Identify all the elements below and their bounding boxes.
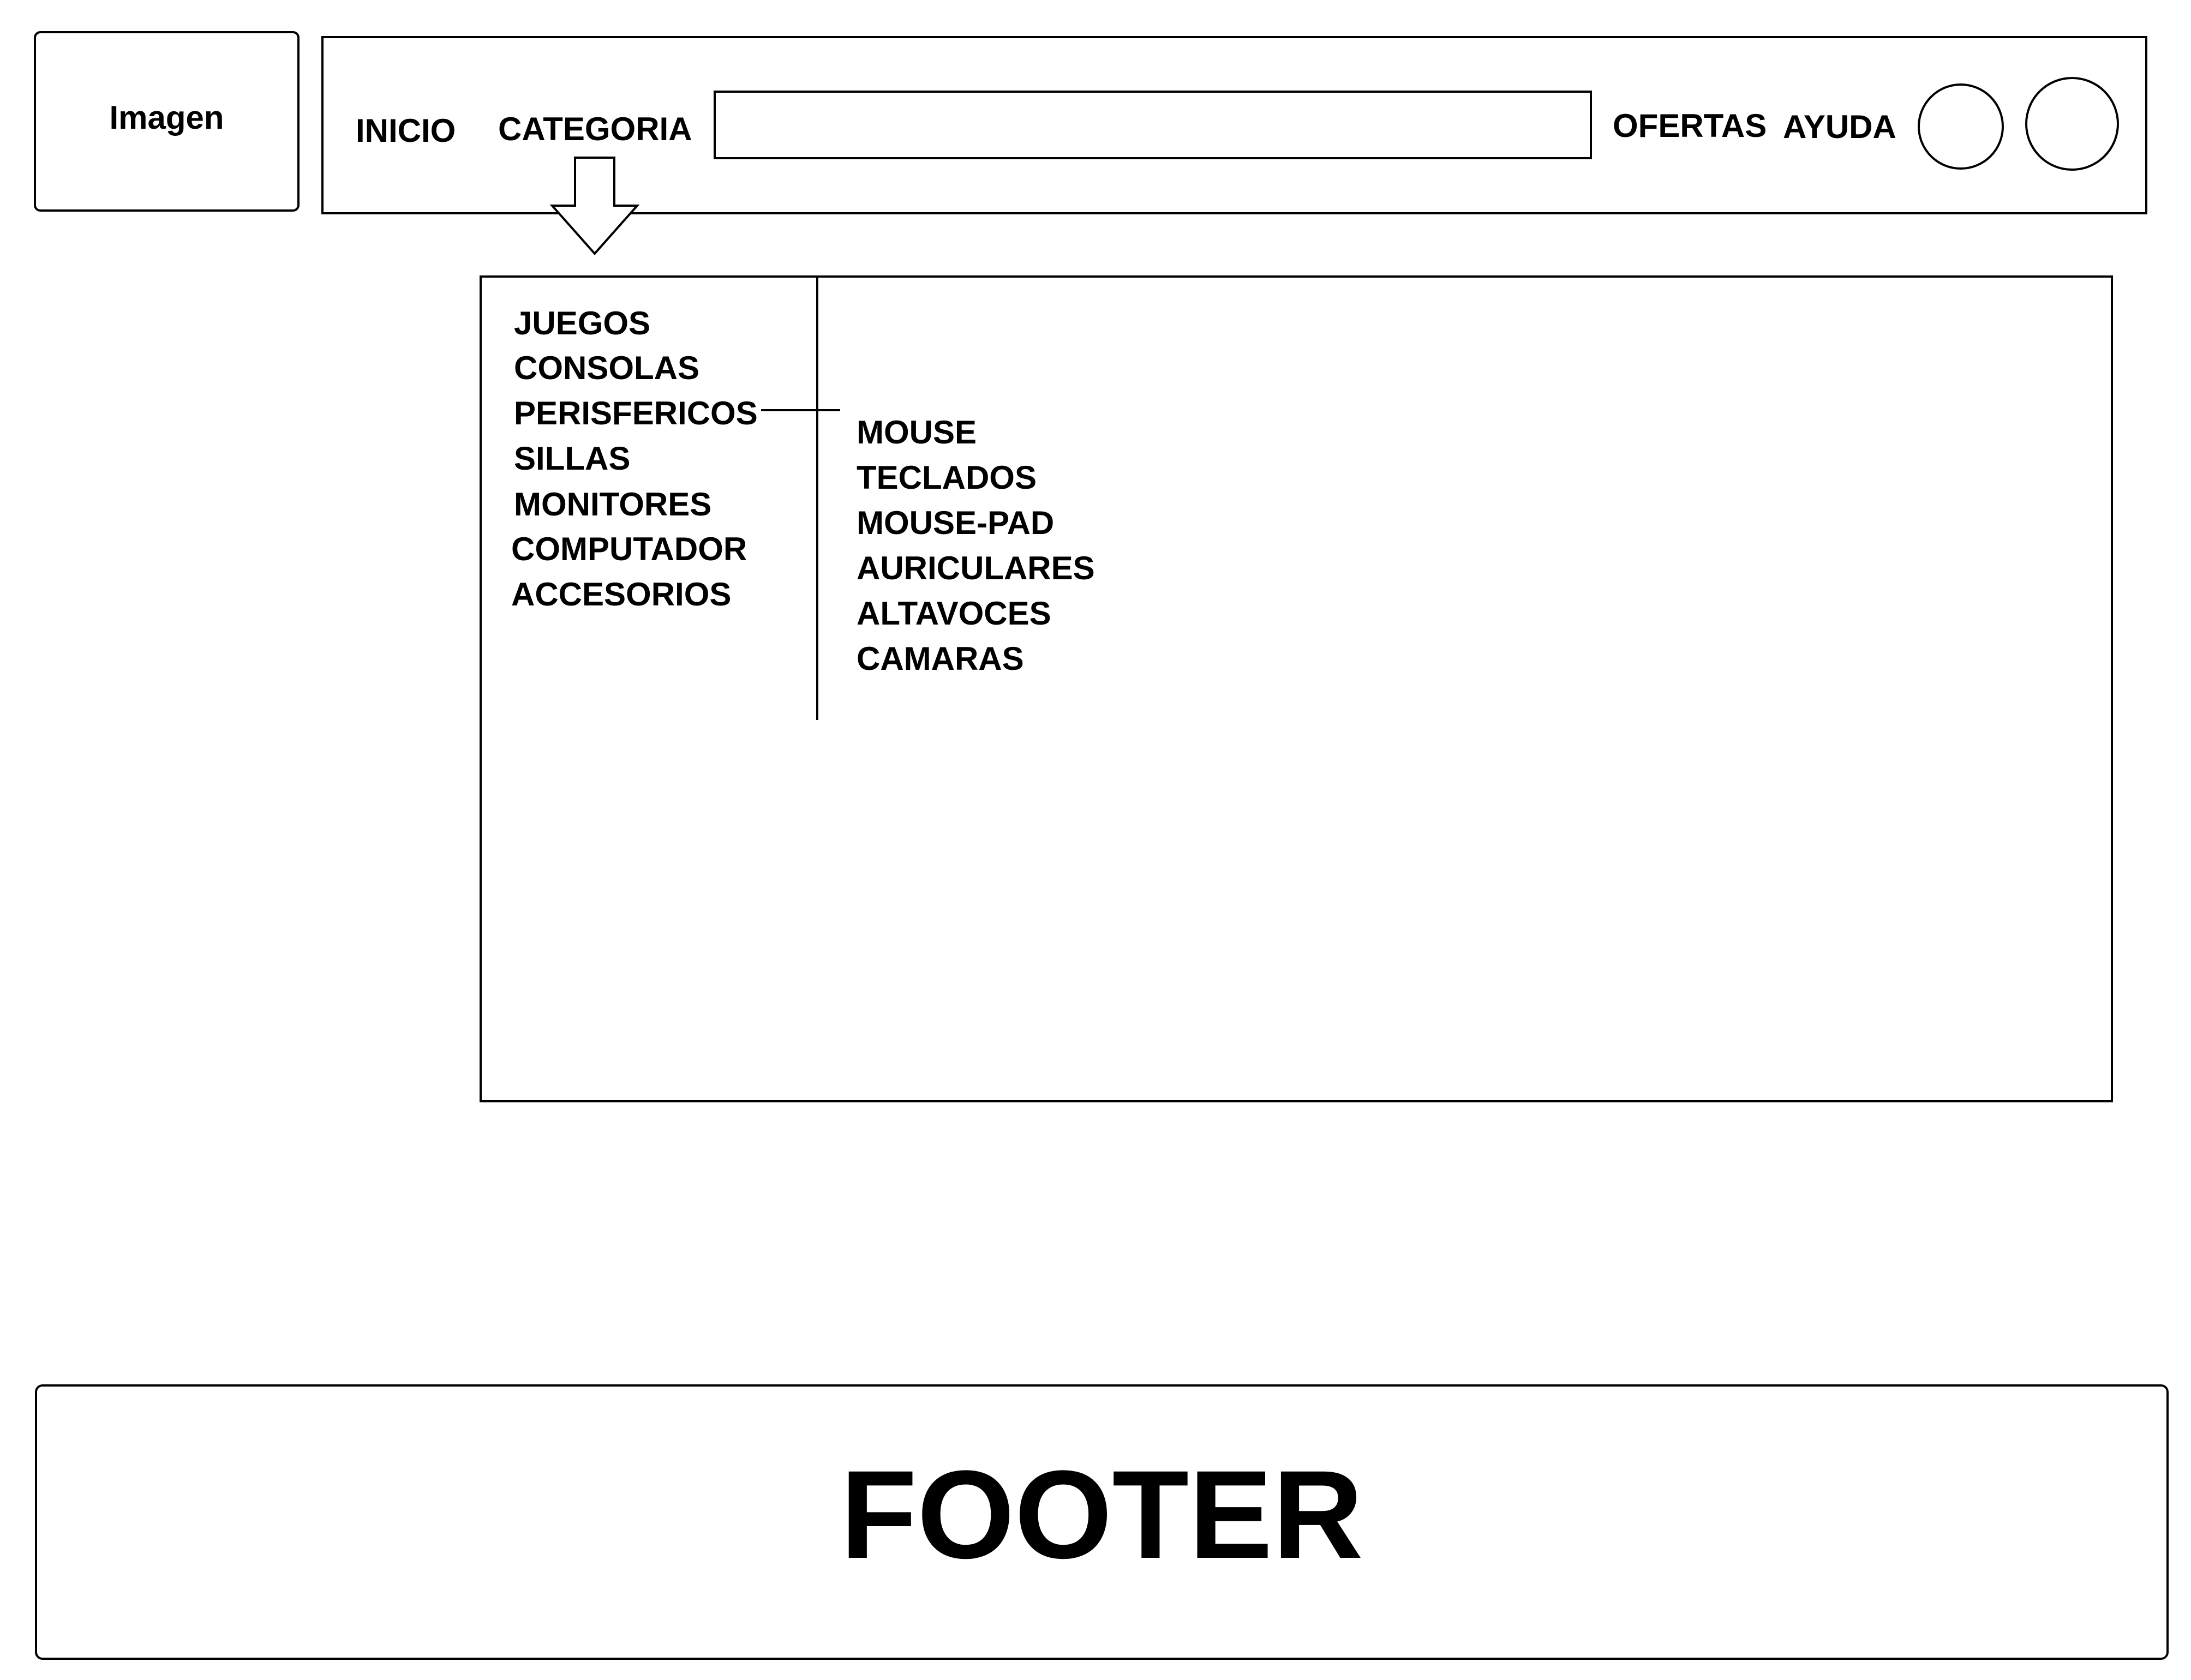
category-item-computador[interactable]: COMPUTADOR [511, 533, 747, 566]
subcategory-item-mouse-pad[interactable]: MOUSE-PAD [857, 507, 1054, 539]
category-item-juegos[interactable]: JUEGOS [514, 307, 650, 340]
subcategory-item-auriculares[interactable]: AURICULARES [857, 552, 1095, 585]
footer-label: FOOTER [840, 1444, 1363, 1585]
logo-placeholder[interactable]: Imagen [34, 31, 300, 212]
nav-categoria[interactable]: CATEGORIA [498, 110, 692, 148]
category-item-accesorios[interactable]: ACCESORIOS [511, 578, 731, 611]
category-item-perisfericos[interactable]: PERISFERICOS [514, 397, 758, 430]
subcategory-item-teclados[interactable]: TECLADOS [857, 461, 1037, 494]
submenu-connector [761, 409, 840, 411]
nav-inicio[interactable]: INICIO [356, 112, 456, 149]
user-circle-icon[interactable] [2025, 77, 2119, 171]
menu-divider [816, 277, 818, 720]
nav-ofertas[interactable]: OFERTAS [1613, 107, 1767, 145]
footer: FOOTER [35, 1384, 2169, 1660]
arrow-down-icon [549, 157, 640, 256]
subcategory-item-camaras[interactable]: CAMARAS [857, 643, 1024, 675]
category-item-sillas[interactable]: SILLAS [514, 442, 630, 475]
nav-ayuda[interactable]: AYUDA [1783, 108, 1896, 146]
search-input[interactable] [714, 91, 1592, 159]
subcategory-item-mouse[interactable]: MOUSE [857, 416, 977, 449]
subcategory-item-altavoces[interactable]: ALTAVOCES [857, 597, 1051, 630]
category-item-consolas[interactable]: CONSOLAS [514, 352, 699, 385]
logo-label: Imagen [109, 99, 224, 136]
cart-circle-icon[interactable] [1918, 83, 2004, 170]
category-item-monitores[interactable]: MONITORES [514, 488, 711, 521]
